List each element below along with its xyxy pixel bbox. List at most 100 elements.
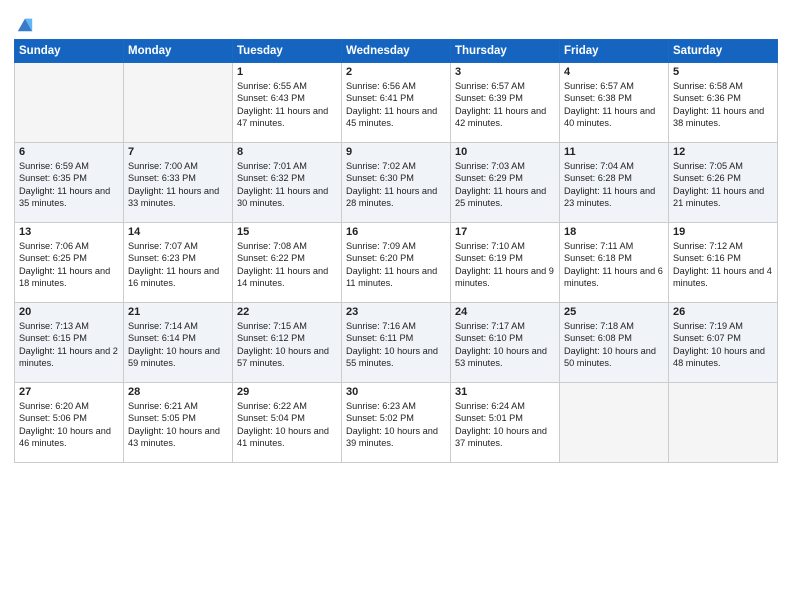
calendar-cell: 16 Sunrise: 7:09 AMSunset: 6:20 PMDayligh…	[342, 223, 451, 303]
cell-info: Sunrise: 7:09 AMSunset: 6:20 PMDaylight:…	[346, 240, 446, 290]
calendar-cell: 19 Sunrise: 7:12 AMSunset: 6:16 PMDayligh…	[669, 223, 778, 303]
day-number: 30	[346, 386, 446, 398]
cell-info: Sunrise: 7:12 AMSunset: 6:16 PMDaylight:…	[673, 240, 773, 290]
cell-info: Sunrise: 7:00 AMSunset: 6:33 PMDaylight:…	[128, 160, 228, 210]
cell-info: Sunrise: 7:01 AMSunset: 6:32 PMDaylight:…	[237, 160, 337, 210]
day-number: 27	[19, 386, 119, 398]
cell-info: Sunrise: 7:15 AMSunset: 6:12 PMDaylight:…	[237, 320, 337, 370]
calendar-cell: 12 Sunrise: 7:05 AMSunset: 6:26 PMDayligh…	[669, 143, 778, 223]
day-number: 25	[564, 306, 664, 318]
cell-info: Sunrise: 7:10 AMSunset: 6:19 PMDaylight:…	[455, 240, 555, 290]
cell-info: Sunrise: 7:02 AMSunset: 6:30 PMDaylight:…	[346, 160, 446, 210]
day-number: 17	[455, 226, 555, 238]
weekday-wednesday: Wednesday	[342, 40, 451, 63]
calendar-cell: 3 Sunrise: 6:57 AMSunset: 6:39 PMDaylight…	[451, 63, 560, 143]
day-number: 19	[673, 226, 773, 238]
calendar-cell: 13 Sunrise: 7:06 AMSunset: 6:25 PMDayligh…	[15, 223, 124, 303]
day-number: 14	[128, 226, 228, 238]
cell-info: Sunrise: 6:57 AMSunset: 6:38 PMDaylight:…	[564, 80, 664, 130]
calendar-cell: 22 Sunrise: 7:15 AMSunset: 6:12 PMDayligh…	[233, 303, 342, 383]
calendar-cell: 27 Sunrise: 6:20 AMSunset: 5:06 PMDayligh…	[15, 383, 124, 463]
cell-info: Sunrise: 6:57 AMSunset: 6:39 PMDaylight:…	[455, 80, 555, 130]
calendar-week-0: 1 Sunrise: 6:55 AMSunset: 6:43 PMDaylight…	[15, 63, 778, 143]
cell-info: Sunrise: 6:59 AMSunset: 6:35 PMDaylight:…	[19, 160, 119, 210]
day-number: 11	[564, 146, 664, 158]
day-number: 23	[346, 306, 446, 318]
day-number: 6	[19, 146, 119, 158]
calendar-cell: 18Sunrise: 7:11 AMSunset: 6:18 PMDayligh…	[560, 223, 669, 303]
cell-info: Sunrise: 6:23 AMSunset: 5:02 PMDaylight:…	[346, 400, 446, 450]
calendar-cell: 28 Sunrise: 6:21 AMSunset: 5:05 PMDayligh…	[124, 383, 233, 463]
cell-info: Sunrise: 6:55 AMSunset: 6:43 PMDaylight:…	[237, 80, 337, 130]
page: SundayMondayTuesdayWednesdayThursdayFrid…	[0, 0, 792, 612]
cell-info: Sunrise: 6:24 AMSunset: 5:01 PMDaylight:…	[455, 400, 555, 450]
calendar-cell	[560, 383, 669, 463]
day-number: 2	[346, 66, 446, 78]
day-number: 13	[19, 226, 119, 238]
cell-info: Sunrise: 7:17 AMSunset: 6:10 PMDaylight:…	[455, 320, 555, 370]
calendar-cell: 10Sunrise: 7:03 AMSunset: 6:29 PMDayligh…	[451, 143, 560, 223]
cell-info: Sunrise: 7:13 AMSunset: 6:15 PMDaylight:…	[19, 320, 119, 370]
calendar-cell: 30 Sunrise: 6:23 AMSunset: 5:02 PMDayligh…	[342, 383, 451, 463]
weekday-tuesday: Tuesday	[233, 40, 342, 63]
calendar-cell: 31Sunrise: 6:24 AMSunset: 5:01 PMDayligh…	[451, 383, 560, 463]
calendar-cell	[669, 383, 778, 463]
calendar-cell: 20 Sunrise: 7:13 AMSunset: 6:15 PMDayligh…	[15, 303, 124, 383]
calendar-cell: 9 Sunrise: 7:02 AMSunset: 6:30 PMDaylight…	[342, 143, 451, 223]
calendar-cell: 25 Sunrise: 7:18 AMSunset: 6:08 PMDayligh…	[560, 303, 669, 383]
cell-info: Sunrise: 6:21 AMSunset: 5:05 PMDaylight:…	[128, 400, 228, 450]
day-number: 3	[455, 66, 555, 78]
logo	[14, 14, 34, 33]
day-number: 7	[128, 146, 228, 158]
cell-info: Sunrise: 7:06 AMSunset: 6:25 PMDaylight:…	[19, 240, 119, 290]
cell-info: Sunrise: 7:07 AMSunset: 6:23 PMDaylight:…	[128, 240, 228, 290]
day-number: 12	[673, 146, 773, 158]
day-number: 28	[128, 386, 228, 398]
calendar-cell: 2Sunrise: 6:56 AMSunset: 6:41 PMDaylight…	[342, 63, 451, 143]
calendar-cell: 17 Sunrise: 7:10 AMSunset: 6:19 PMDayligh…	[451, 223, 560, 303]
cell-info: Sunrise: 7:16 AMSunset: 6:11 PMDaylight:…	[346, 320, 446, 370]
day-number: 18	[564, 226, 664, 238]
day-number: 16	[346, 226, 446, 238]
day-number: 21	[128, 306, 228, 318]
cell-info: Sunrise: 7:19 AMSunset: 6:07 PMDaylight:…	[673, 320, 773, 370]
cell-info: Sunrise: 7:18 AMSunset: 6:08 PMDaylight:…	[564, 320, 664, 370]
day-number: 10	[455, 146, 555, 158]
day-number: 26	[673, 306, 773, 318]
calendar-cell: 8 Sunrise: 7:01 AMSunset: 6:32 PMDaylight…	[233, 143, 342, 223]
calendar-cell: 21Sunrise: 7:14 AMSunset: 6:14 PMDayligh…	[124, 303, 233, 383]
cell-info: Sunrise: 7:08 AMSunset: 6:22 PMDaylight:…	[237, 240, 337, 290]
day-number: 22	[237, 306, 337, 318]
calendar-week-4: 27 Sunrise: 6:20 AMSunset: 5:06 PMDayligh…	[15, 383, 778, 463]
cell-info: Sunrise: 7:05 AMSunset: 6:26 PMDaylight:…	[673, 160, 773, 210]
calendar-cell: 26 Sunrise: 7:19 AMSunset: 6:07 PMDayligh…	[669, 303, 778, 383]
weekday-thursday: Thursday	[451, 40, 560, 63]
calendar-cell: 5 Sunrise: 6:58 AMSunset: 6:36 PMDaylight…	[669, 63, 778, 143]
weekday-friday: Friday	[560, 40, 669, 63]
cell-info: Sunrise: 7:04 AMSunset: 6:28 PMDaylight:…	[564, 160, 664, 210]
calendar-cell	[124, 63, 233, 143]
calendar-cell: 29 Sunrise: 6:22 AMSunset: 5:04 PMDayligh…	[233, 383, 342, 463]
weekday-saturday: Saturday	[669, 40, 778, 63]
weekday-sunday: Sunday	[15, 40, 124, 63]
cell-info: Sunrise: 6:58 AMSunset: 6:36 PMDaylight:…	[673, 80, 773, 130]
calendar-cell: 4 Sunrise: 6:57 AMSunset: 6:38 PMDaylight…	[560, 63, 669, 143]
day-number: 24	[455, 306, 555, 318]
cell-info: Sunrise: 6:22 AMSunset: 5:04 PMDaylight:…	[237, 400, 337, 450]
day-number: 29	[237, 386, 337, 398]
calendar-week-1: 6 Sunrise: 6:59 AMSunset: 6:35 PMDaylight…	[15, 143, 778, 223]
day-number: 15	[237, 226, 337, 238]
day-number: 4	[564, 66, 664, 78]
calendar-table: SundayMondayTuesdayWednesdayThursdayFrid…	[14, 39, 778, 463]
cell-info: Sunrise: 6:20 AMSunset: 5:06 PMDaylight:…	[19, 400, 119, 450]
day-number: 5	[673, 66, 773, 78]
day-number: 8	[237, 146, 337, 158]
logo-icon	[16, 15, 34, 33]
calendar-cell	[15, 63, 124, 143]
calendar-cell: 14 Sunrise: 7:07 AMSunset: 6:23 PMDayligh…	[124, 223, 233, 303]
day-number: 9	[346, 146, 446, 158]
day-number: 20	[19, 306, 119, 318]
calendar-cell: 7 Sunrise: 7:00 AMSunset: 6:33 PMDaylight…	[124, 143, 233, 223]
day-number: 1	[237, 66, 337, 78]
calendar-cell: 24 Sunrise: 7:17 AMSunset: 6:10 PMDayligh…	[451, 303, 560, 383]
